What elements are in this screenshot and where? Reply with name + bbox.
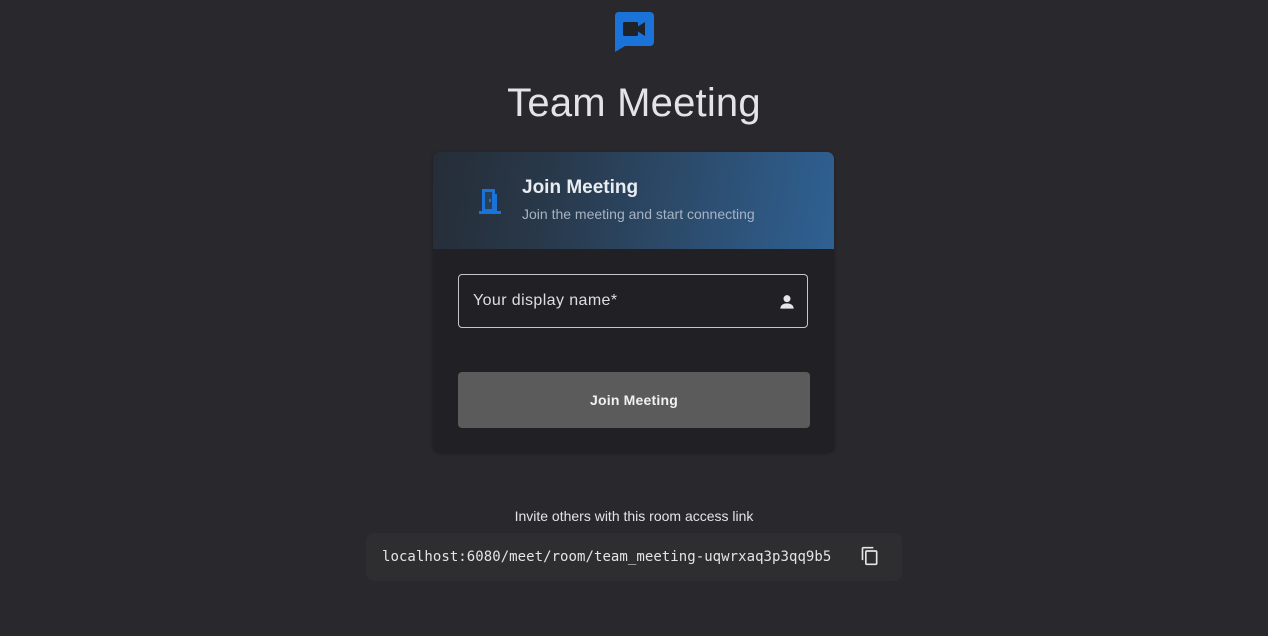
display-name-field[interactable]: [458, 274, 808, 328]
video-camera-chat-icon: [614, 12, 654, 52]
person-icon: [780, 295, 794, 309]
room-access-link[interactable]: localhost:6080/meet/room/team_meeting-uq…: [382, 548, 831, 566]
join-meeting-button[interactable]: Join Meeting: [458, 372, 810, 428]
meeting-join-page: Team Meeting Join Meeting Join the meeti…: [0, 0, 1268, 636]
display-name-input[interactable]: [473, 275, 763, 327]
copy-icon[interactable]: [860, 546, 880, 566]
page-title: Team Meeting: [507, 81, 761, 125]
card-subtitle: Join the meeting and start connecting: [522, 206, 755, 222]
card-title: Join Meeting: [522, 177, 639, 198]
door-icon: [479, 189, 501, 214]
invite-label: Invite others with this room access link: [514, 508, 754, 524]
